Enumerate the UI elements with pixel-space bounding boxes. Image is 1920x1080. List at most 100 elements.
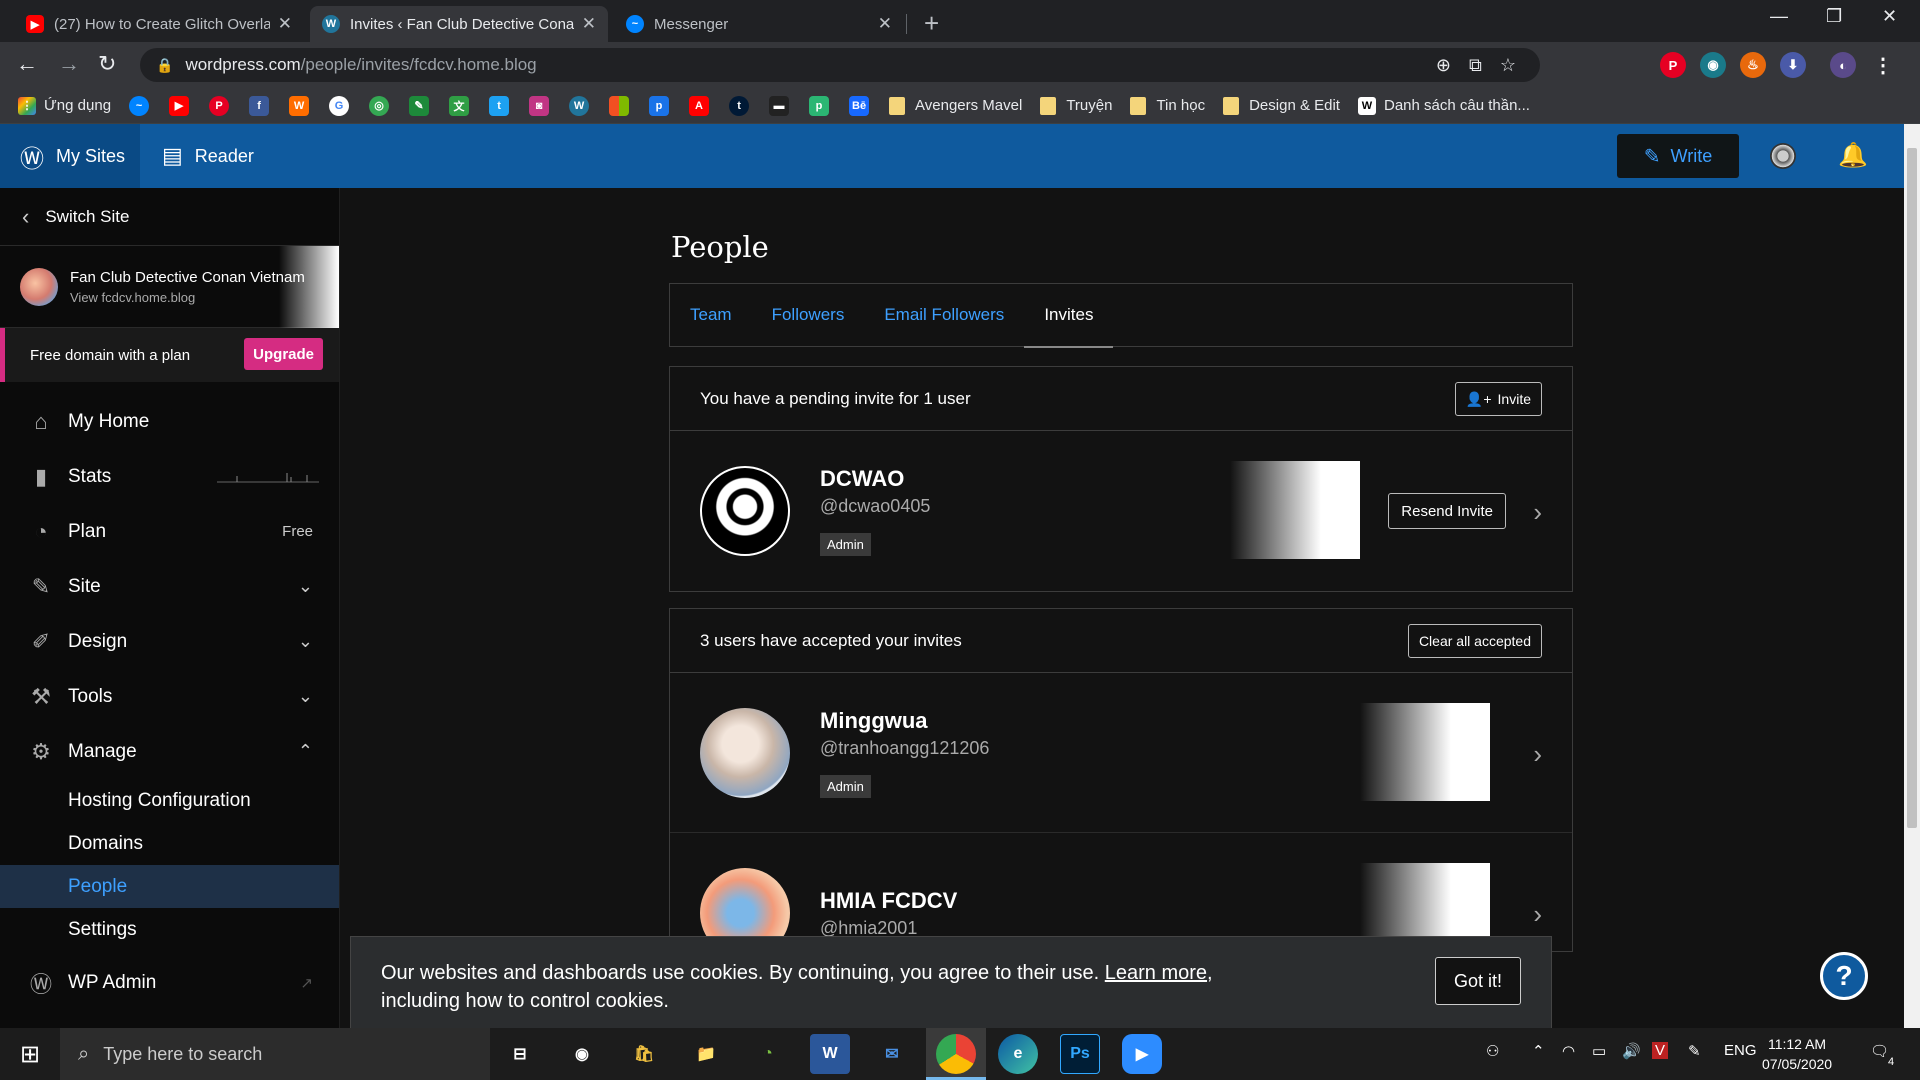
download-icon[interactable]: ⬇ — [1780, 52, 1806, 78]
chrome-web-icon[interactable]: ◎ — [369, 95, 390, 116]
my-sites-button[interactable]: Ⓦ My Sites — [0, 124, 140, 188]
close-window-icon[interactable]: ✕ — [1882, 6, 1897, 27]
upgrade-button[interactable]: Upgrade — [244, 338, 323, 370]
bookmark-folder[interactable]: Design & Edit — [1223, 96, 1340, 115]
tab-followers[interactable]: Followers — [772, 283, 845, 347]
translate-icon[interactable]: 文 — [449, 95, 470, 116]
twitter-icon[interactable]: t — [489, 95, 510, 116]
windows-start-icon[interactable]: ⊞ — [0, 1028, 60, 1080]
scrollbar-thumb[interactable] — [1907, 148, 1917, 828]
resend-invite-button[interactable]: Resend Invite — [1388, 493, 1506, 529]
bookmark-apps[interactable]: ⋮ Ứng dụng — [18, 96, 111, 115]
tab-invites[interactable]: Invites — [1024, 283, 1114, 348]
star-icon[interactable]: ☆ — [1500, 55, 1516, 76]
sidebar-subitem-domains[interactable]: Domains — [0, 822, 339, 865]
bookmark-folder[interactable]: Avengers Mavel — [889, 96, 1022, 115]
sidebar-item-design[interactable]: ✐ Design ⌄ — [0, 614, 339, 669]
notifications-bell-icon[interactable]: 🔔 — [1838, 141, 1868, 170]
chevron-right-icon[interactable]: › — [1533, 899, 1542, 930]
facebook-icon[interactable]: f — [249, 95, 270, 116]
tab-team[interactable]: Team — [690, 283, 732, 347]
sidebar-item-manage[interactable]: ⚙ Manage ⌃ — [0, 724, 339, 779]
sidebar-subitem-hosting[interactable]: Hosting Configuration — [0, 779, 339, 822]
close-icon[interactable]: ✕ — [278, 14, 292, 34]
browser-tab-wordpress[interactable]: W Invites ‹ Fan Club Detective Cona ✕ — [310, 6, 608, 42]
app-icon[interactable]: ◔ — [748, 1034, 788, 1074]
sidebar-item-tools[interactable]: ⚒ Tools ⌄ — [0, 669, 339, 724]
pinterest-icon[interactable]: P — [1660, 52, 1686, 78]
language-indicator[interactable]: ENG — [1724, 1042, 1757, 1059]
microsoft-icon[interactable] — [609, 95, 630, 116]
bookmark-item[interactable]: W Danh sách câu thần... — [1357, 96, 1530, 115]
google-icon[interactable]: G — [329, 95, 350, 116]
zoom-icon[interactable]: ▶ — [1122, 1034, 1162, 1074]
invite-button[interactable]: 👤+ Invite — [1454, 382, 1542, 416]
sidebar-item-wp-admin[interactable]: Ⓦ WP Admin ↗ — [0, 955, 339, 1010]
chrome-icon[interactable] — [936, 1034, 976, 1074]
close-icon[interactable]: ✕ — [878, 14, 892, 34]
sidebar-item-stats[interactable]: ▮ Stats — [0, 449, 339, 504]
volume-icon[interactable]: 🔊 — [1622, 1042, 1641, 1060]
chevron-right-icon[interactable]: › — [1533, 739, 1542, 770]
messenger-icon[interactable]: ~ — [129, 95, 150, 116]
wordpress-icon[interactable]: W — [569, 95, 590, 116]
back-icon[interactable]: ← — [16, 51, 38, 77]
feedly-icon[interactable]: ✎ — [409, 95, 430, 116]
learn-more-link[interactable]: Learn more — [1105, 962, 1207, 984]
current-site-card[interactable]: Fan Club Detective Conan Vietnam View fc… — [0, 246, 339, 328]
adobe-icon[interactable]: A — [689, 95, 710, 116]
sidebar-subitem-people[interactable]: People — [0, 865, 339, 908]
clear-all-accepted-button[interactable]: Clear all accepted — [1407, 624, 1542, 658]
wattpad-icon[interactable]: W — [289, 95, 310, 116]
tumblr-icon[interactable]: t — [729, 95, 750, 116]
extension-icon[interactable]: ♨ — [1740, 52, 1766, 78]
add-icon[interactable]: ⊕ — [1436, 55, 1451, 76]
clock[interactable]: 11:12 AM 07/05/2020 — [1762, 1034, 1832, 1074]
photoshop-icon[interactable]: Ps — [1060, 1034, 1100, 1074]
pending-invite-row[interactable]: DCWAO @dcwao0405 Admin Resend Invite › — [670, 431, 1572, 591]
forward-icon[interactable]: → — [58, 51, 80, 77]
wifi-icon[interactable]: ◠ — [1562, 1042, 1575, 1060]
accepted-invite-row[interactable]: Minggwua @tranhoangg121206 Admin › — [670, 673, 1572, 833]
accepted-invite-row[interactable]: HMIA FCDCV @hmia2001 › — [670, 833, 1572, 951]
minimize-icon[interactable]: — — [1770, 6, 1788, 27]
sidebar-item-my-home[interactable]: ⌂ My Home — [0, 394, 339, 449]
new-tab-button[interactable]: + — [924, 8, 939, 39]
browser-tab-messenger[interactable]: ~ Messenger ✕ — [614, 6, 904, 42]
pagelines-icon[interactable]: p — [649, 95, 670, 116]
translate-icon[interactable]: ⧉ — [1469, 55, 1482, 76]
sidebar-item-plan[interactable]: ◔ Plan Free — [0, 504, 339, 559]
sidebar-subitem-settings[interactable]: Settings — [0, 908, 339, 951]
user-avatar[interactable] — [1770, 143, 1796, 169]
file-explorer-icon[interactable]: 📁 — [686, 1034, 726, 1074]
xbox-icon[interactable]: ◉ — [562, 1034, 602, 1074]
got-it-button[interactable]: Got it! — [1434, 957, 1521, 1005]
word-icon[interactable]: W — [810, 1034, 850, 1074]
task-view-icon[interactable]: ⊟ — [500, 1034, 540, 1074]
reload-icon[interactable]: ↻ — [98, 51, 116, 77]
site-url[interactable]: View fcdcv.home.blog — [70, 290, 305, 305]
behance-icon[interactable]: Bē — [849, 95, 870, 116]
profile-avatar[interactable]: ◐ — [1830, 52, 1856, 78]
vivaldi-icon[interactable]: V — [1652, 1042, 1669, 1059]
chevron-right-icon[interactable]: › — [1533, 497, 1542, 528]
page-scrollbar[interactable] — [1904, 124, 1920, 1028]
youtube-icon[interactable]: ▶ — [169, 95, 190, 116]
browser-tab-youtube[interactable]: ▶ (27) How to Create Glitch Overla ✕ — [14, 6, 304, 42]
menu-icon[interactable]: ⋮ — [1870, 52, 1896, 78]
address-bar[interactable]: 🔒 wordpress.com/people/invites/fcdcv.hom… — [140, 48, 1540, 82]
help-icon[interactable]: ? — [1820, 952, 1868, 1000]
switch-site-button[interactable]: ‹ Switch Site — [0, 188, 339, 246]
battery-icon[interactable]: ▭ — [1592, 1042, 1606, 1060]
taskbar-search[interactable]: ⌕ Type here to search — [60, 1028, 490, 1080]
store-icon[interactable]: 🛍 — [624, 1034, 664, 1074]
close-icon[interactable]: ✕ — [582, 14, 596, 34]
pinterest-icon[interactable]: P — [209, 95, 230, 116]
instagram-icon[interactable]: ◙ — [529, 95, 550, 116]
restore-icon[interactable]: ❐ — [1826, 6, 1842, 27]
bookmark-folder[interactable]: Tin học — [1130, 96, 1205, 115]
extension-icon[interactable]: ◉ — [1700, 52, 1726, 78]
sidebar-item-site[interactable]: ✎ Site ⌄ — [0, 559, 339, 614]
mail-icon[interactable]: ✉ — [872, 1034, 912, 1074]
write-button[interactable]: ✎ Write — [1617, 134, 1739, 178]
